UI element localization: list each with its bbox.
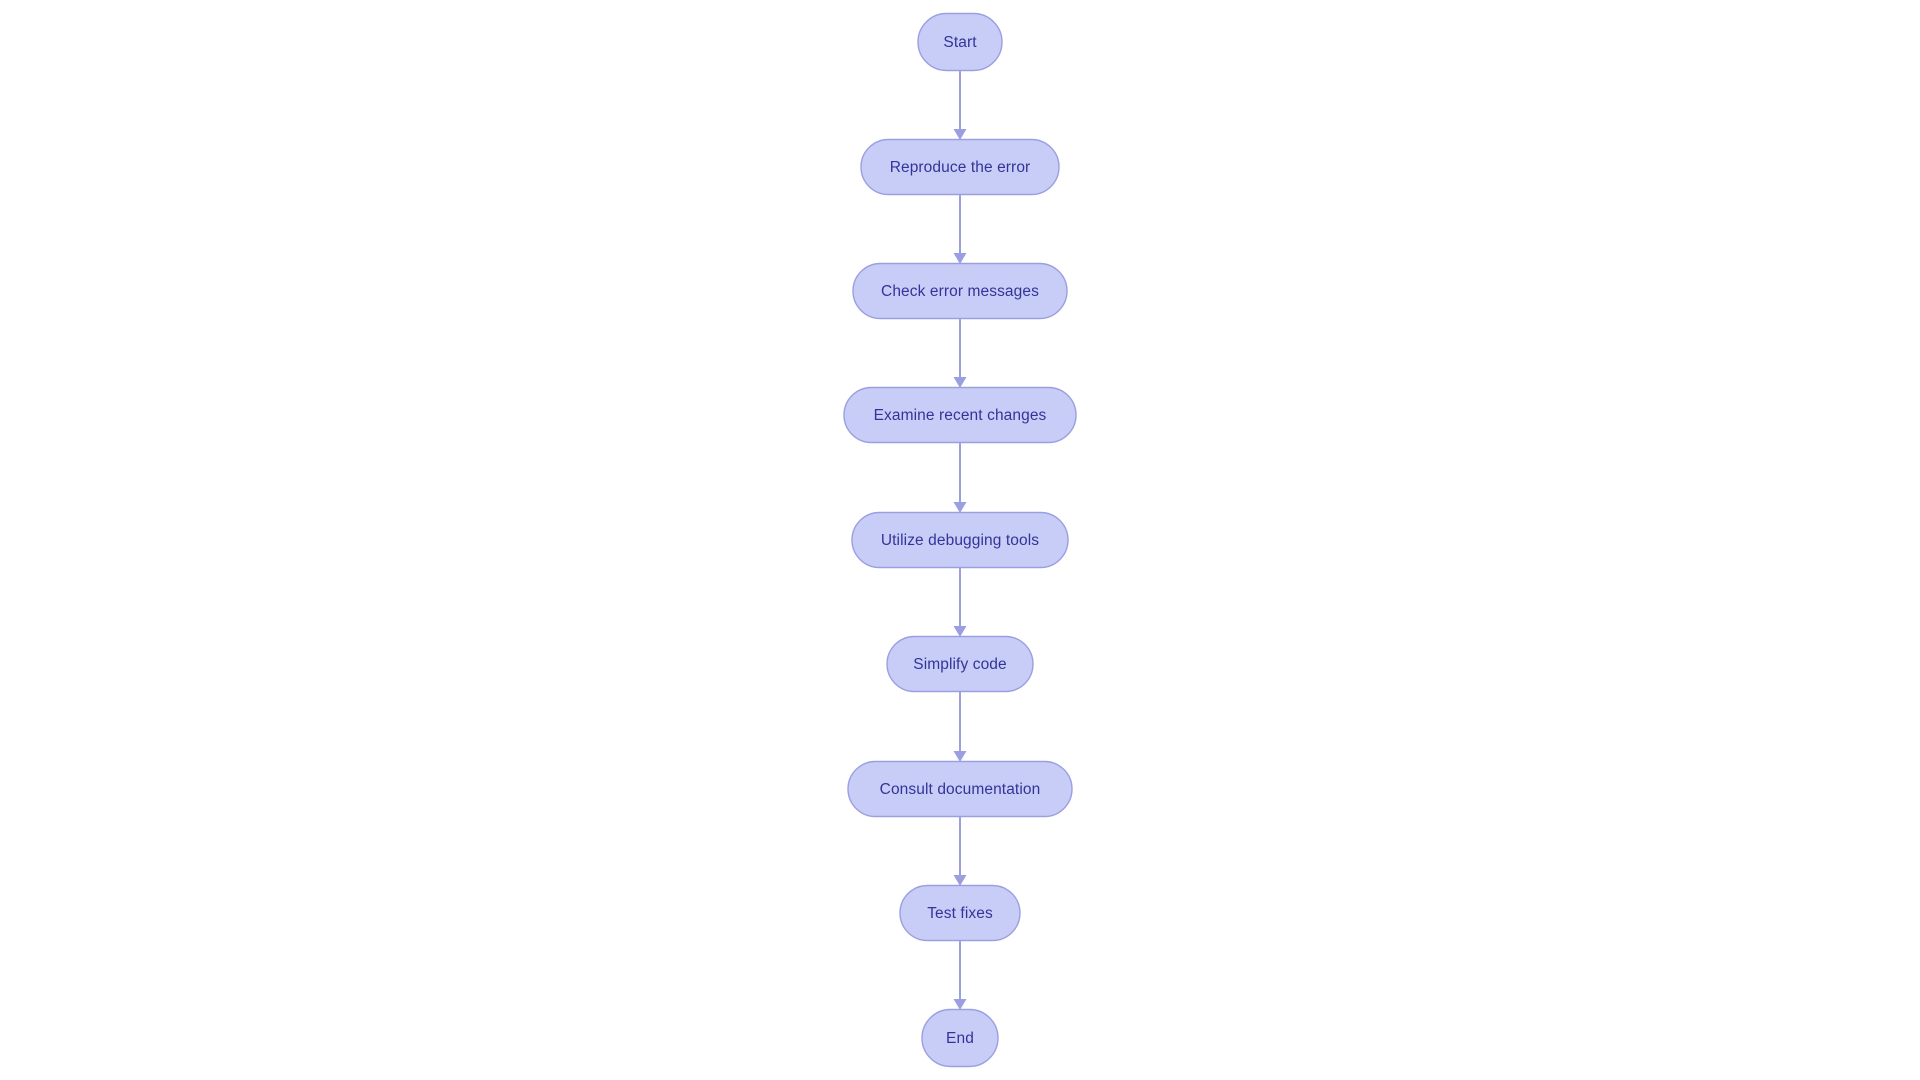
flow-node-step4[interactable]: Utilize debugging tools	[851, 511, 1069, 569]
flow-node-step7[interactable]: Test fixes	[899, 884, 1021, 942]
node-label: Consult documentation	[880, 781, 1041, 798]
node-label: End	[946, 1030, 974, 1047]
flow-edge	[953, 692, 967, 762]
flow-edge	[953, 568, 967, 637]
flow-node-start[interactable]: Start	[917, 12, 1003, 72]
flow-edge	[953, 817, 967, 886]
node-label: Test fixes	[927, 905, 993, 922]
flow-node-step1[interactable]: Reproduce the error	[860, 138, 1060, 196]
flow-node-step2[interactable]: Check error messages	[852, 262, 1068, 320]
flow-edge	[953, 443, 967, 513]
edge-arrowhead	[953, 626, 967, 637]
flow-node-step6[interactable]: Consult documentation	[847, 760, 1073, 818]
node-label: Start	[943, 34, 977, 51]
node-label: Check error messages	[881, 283, 1039, 300]
edge-arrowhead	[953, 875, 967, 886]
flow-edge	[953, 195, 967, 264]
edge-arrowhead	[953, 502, 967, 513]
flow-edge	[953, 941, 967, 1010]
flow-edge	[953, 71, 967, 140]
nodes-layer: Start Reproduce the error Check error mess…	[843, 12, 1077, 1068]
flow-node-end[interactable]: End	[921, 1008, 999, 1068]
edge-arrowhead	[953, 129, 967, 140]
node-label: Simplify code	[913, 656, 1006, 673]
edge-arrowhead	[953, 751, 967, 762]
edge-arrowhead	[953, 253, 967, 264]
node-label: Reproduce the error	[890, 159, 1031, 176]
node-label: Utilize debugging tools	[881, 532, 1039, 549]
flow-node-step3[interactable]: Examine recent changes	[843, 386, 1077, 444]
flow-node-step5[interactable]: Simplify code	[886, 635, 1034, 693]
edge-arrowhead	[953, 999, 967, 1010]
edge-arrowhead	[953, 377, 967, 388]
node-label: Examine recent changes	[874, 407, 1047, 424]
flowchart-canvas: Start Reproduce the error Check error mess…	[0, 0, 1920, 1080]
flowchart-svg: Start Reproduce the error Check error mess…	[843, 12, 1077, 1068]
flow-edge	[953, 319, 967, 388]
